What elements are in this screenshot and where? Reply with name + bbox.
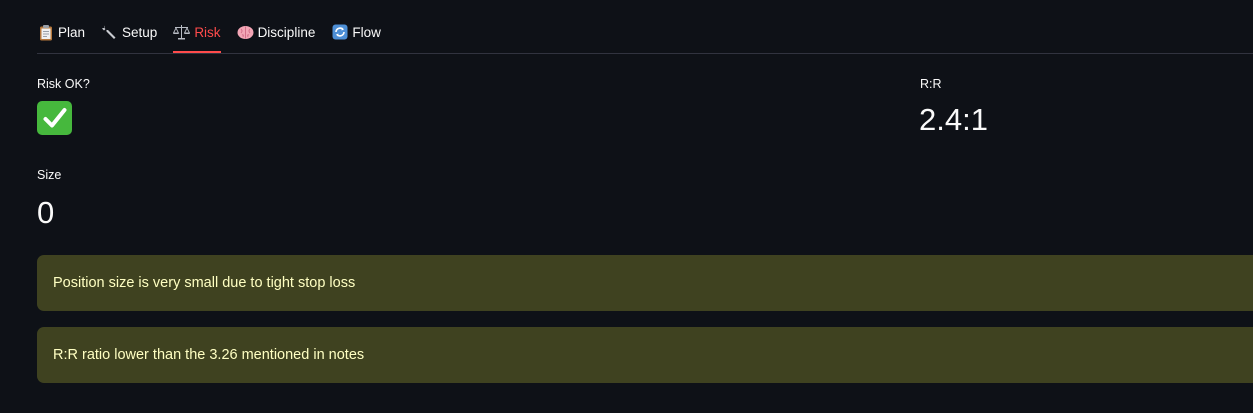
brain-icon	[237, 24, 254, 41]
tab-risk[interactable]: Risk	[173, 14, 221, 53]
tab-setup[interactable]: Setup	[101, 14, 157, 50]
tab-label: Setup	[122, 24, 158, 40]
tab-bar: Plan Setup Risk Discipline Flow	[37, 14, 1253, 54]
rr-value: 2.4:1	[919, 102, 988, 137]
alert-text: R:R ratio lower than the 3.26 mentioned …	[53, 347, 365, 363]
warning-alert: R:R ratio lower than the 3.26 mentioned …	[37, 327, 1253, 383]
tab-flow[interactable]: Flow	[331, 14, 381, 50]
risk-ok-label: Risk OK?	[37, 77, 90, 91]
clipboard-icon	[37, 24, 54, 41]
rr-label: R:R	[920, 77, 942, 91]
check-mark-icon	[37, 101, 72, 135]
tab-plan[interactable]: Plan	[37, 14, 85, 50]
refresh-icon	[331, 24, 348, 41]
tab-label: Risk	[194, 24, 221, 40]
tab-discipline[interactable]: Discipline	[237, 14, 316, 50]
balance-scale-icon	[173, 24, 191, 41]
size-label: Size	[37, 168, 62, 182]
tab-label: Plan	[58, 24, 86, 40]
warning-alert: Position size is very small due to tight…	[37, 255, 1253, 311]
tab-label: Discipline	[257, 24, 316, 40]
alert-text: Position size is very small due to tight…	[53, 275, 356, 291]
size-value: 0	[37, 195, 55, 230]
wrench-icon	[101, 24, 118, 41]
tab-label: Flow	[352, 24, 381, 40]
